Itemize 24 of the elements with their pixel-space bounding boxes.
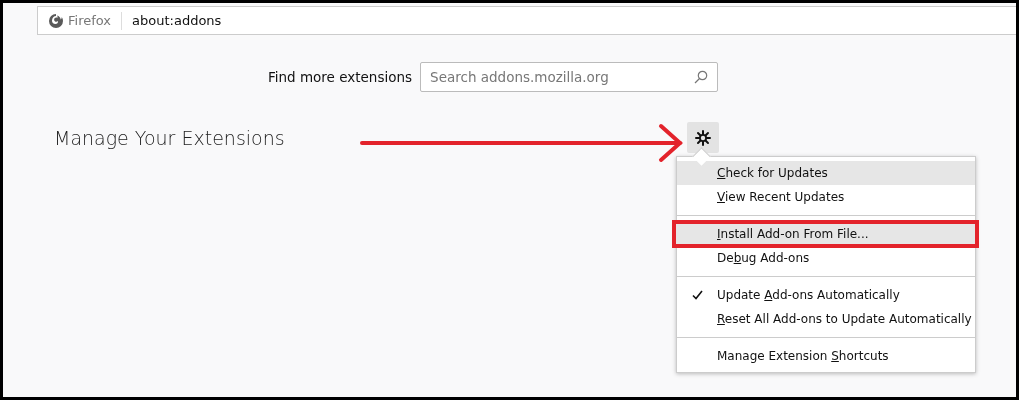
menu-item[interactable]: Update Add-ons Automatically [677, 283, 975, 307]
search-field[interactable]: Search addons.mozilla.org [420, 62, 719, 92]
menu-item[interactable]: Debug Add-ons [677, 246, 975, 270]
search-icon [694, 70, 709, 84]
menu-item-label: Reset All Add-ons to Update Automatically [717, 312, 972, 326]
menu-item-label: Debug Add-ons [717, 251, 810, 265]
address-bar[interactable]: Firefox about:addons [37, 6, 1016, 35]
menu-item[interactable]: Install Add-on From File... [674, 222, 977, 246]
url-text: about:addons [132, 13, 222, 28]
menu-item-label: Update Add-ons Automatically [717, 288, 900, 302]
find-more-label: Find more extensions [268, 69, 413, 85]
menu-item[interactable]: Manage Extension Shortcuts [677, 344, 975, 368]
menu-item-label: Manage Extension Shortcuts [717, 349, 889, 363]
identity-label: Firefox [68, 13, 112, 28]
page-heading: Manage Your Extensions [54, 126, 285, 149]
menu-item-label: View Recent Updates [717, 190, 845, 204]
menu-item-label: Check for Updates [717, 166, 828, 180]
settings-button[interactable] [687, 122, 719, 153]
menu-item[interactable]: Reset All Add-ons to Update Automatically [677, 307, 975, 331]
menu-item[interactable]: View Recent Updates [677, 185, 975, 209]
settings-icon [695, 129, 711, 146]
menu-item[interactable]: Check for Updates [677, 161, 975, 185]
firefox-logo-icon [48, 12, 64, 29]
menu-item-label: Install Add-on From File... [717, 227, 869, 241]
